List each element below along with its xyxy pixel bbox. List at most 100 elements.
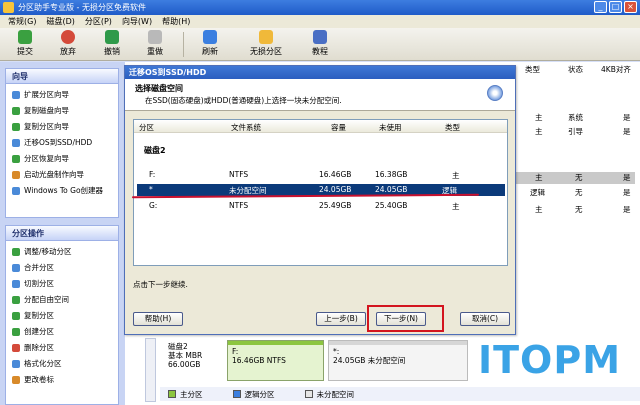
segment-unallocated[interactable]: *: 24.05GB 未分配空间 <box>328 340 468 381</box>
disk-size: 66.00GB <box>168 360 201 369</box>
op-resize-move[interactable]: 调整/移动分区 <box>6 244 118 260</box>
copy-partition-icon <box>12 123 20 131</box>
menu-disk[interactable]: 磁盘(D) <box>41 15 79 28</box>
split-icon <box>12 280 20 288</box>
discard-icon <box>61 30 75 44</box>
table-row[interactable]: 主无是 <box>515 204 635 216</box>
delete-icon <box>12 344 20 352</box>
extend-icon <box>12 91 20 99</box>
toolbar: 提交 放弃 撤销 重做 刷新 无损分区 教程 <box>0 28 640 61</box>
refresh-button[interactable]: 刷新 <box>190 30 230 57</box>
dialog-header: 选择磁盘空间 在SSD(固态硬盘)或HDD(普通硬盘)上选择一块未分配空间. <box>125 79 515 111</box>
refresh-icon <box>203 30 217 44</box>
windows-icon <box>12 187 20 195</box>
wizard-item-migrate-os[interactable]: 迁移OS到SSD/HDD <box>6 135 118 151</box>
partition-icon <box>259 30 273 44</box>
table-row[interactable]: 逻辑无是 <box>515 187 635 199</box>
logical-swatch <box>232 390 241 398</box>
legend: 主分区 逻辑分区 未分配空间 <box>160 387 640 401</box>
scrollbar[interactable] <box>145 338 156 402</box>
disk-space-table: 分区 文件系统 容量 未使用 类型 磁盘2 F: NTFS 16.46GB 16.38… <box>133 119 508 266</box>
op-format[interactable]: 格式化分区 <box>6 356 118 372</box>
dialog-title: 迁移OS到SSD/HDD <box>125 66 515 79</box>
col-type[interactable]: 类型 <box>445 122 460 133</box>
wizard-panel-title: 向导 <box>6 69 118 84</box>
maximize-button[interactable]: □ <box>609 1 622 13</box>
table-row[interactable]: G: NTFS 25.49GB 25.40GB 主 <box>137 200 505 212</box>
op-copy[interactable]: 复制分区 <box>6 308 118 324</box>
column-status[interactable]: 状态 <box>568 64 583 75</box>
dialog-heading: 选择磁盘空间 <box>135 84 183 93</box>
segment-f[interactable]: F: 16.46GB NTFS <box>227 340 324 381</box>
cd-icon <box>12 171 20 179</box>
wizard-item-extend[interactable]: 扩展分区向导 <box>6 87 118 103</box>
close-button[interactable]: × <box>624 1 637 13</box>
merge-icon <box>12 264 20 272</box>
table-row[interactable]: 主系统是 <box>515 112 635 124</box>
label-icon <box>12 376 20 384</box>
tutorial-button[interactable]: 教程 <box>300 30 340 57</box>
redo-button[interactable]: 重做 <box>135 30 175 57</box>
minimize-button[interactable]: _ <box>594 1 607 13</box>
table-header: 分区 文件系统 容量 未使用 类型 <box>134 120 507 133</box>
watermark-logo: ITOPM <box>478 338 622 382</box>
op-split[interactable]: 切割分区 <box>6 276 118 292</box>
column-align[interactable]: 4KB对齐 <box>601 64 631 75</box>
wizard-item-windows-to-go[interactable]: Windows To Go创建器 <box>6 183 118 199</box>
disk-info[interactable]: 磁盘2 基本 MBR 66.00GB <box>168 342 202 369</box>
format-icon <box>12 360 20 368</box>
table-row[interactable]: 主引导是 <box>515 126 635 138</box>
window-titlebar: 分区助手专业版 - 无损分区免费软件 _ □ × <box>0 0 640 15</box>
op-merge[interactable]: 合并分区 <box>6 260 118 276</box>
wizard-item-copy-disk[interactable]: 复制磁盘向导 <box>6 103 118 119</box>
dialog-subheading: 在SSD(固态硬盘)或HDD(普通硬盘)上选择一块未分配空间. <box>145 96 342 105</box>
partition-list-header: 类型 状态 4KB对齐 <box>515 64 635 76</box>
wizard-panel: 向导 扩展分区向导 复制磁盘向导 复制分区向导 迁移OS到SSD/HDD 分区恢… <box>5 68 119 218</box>
disk-name: 磁盘2 <box>168 342 188 351</box>
resize-icon <box>12 248 20 256</box>
col-filesystem[interactable]: 文件系统 <box>231 122 261 133</box>
column-type[interactable]: 类型 <box>525 64 540 75</box>
wizard-item-bootable-cd[interactable]: 启动光盘制作向导 <box>6 167 118 183</box>
undo-icon <box>105 30 119 44</box>
apply-button[interactable]: 提交 <box>5 30 45 57</box>
partition-ops-panel: 分区操作 调整/移动分区 合并分区 切割分区 分配自由空间 复制分区 创建分区 … <box>5 225 119 405</box>
menu-wizard[interactable]: 向导(W) <box>117 15 157 28</box>
partition-ops-title: 分区操作 <box>6 226 118 241</box>
dialog-status-text: 点击下一步继续. <box>133 280 188 289</box>
disk-kind: 基本 MBR <box>168 351 203 360</box>
toolbar-divider <box>183 32 184 57</box>
col-partition[interactable]: 分区 <box>139 122 154 133</box>
menu-help[interactable]: 帮助(H) <box>157 15 195 28</box>
table-row[interactable]: F: NTFS 16.46GB 16.38GB 主 <box>137 169 505 181</box>
undo-button[interactable]: 撤销 <box>92 30 132 57</box>
op-create[interactable]: 创建分区 <box>6 324 118 340</box>
op-change-label[interactable]: 更改卷标 <box>6 372 118 388</box>
op-allocate-free[interactable]: 分配自由空间 <box>6 292 118 308</box>
op-delete[interactable]: 删除分区 <box>6 340 118 356</box>
discard-button[interactable]: 放弃 <box>48 30 88 57</box>
disk-icon <box>487 85 503 101</box>
help-button[interactable]: 帮助(H) <box>133 312 183 326</box>
allocate-icon <box>12 296 20 304</box>
table-row[interactable]: 主无是 <box>515 172 635 184</box>
recovery-icon <box>12 155 20 163</box>
menu-partition[interactable]: 分区(P) <box>80 15 117 28</box>
window-title: 分区助手专业版 - 无损分区免费软件 <box>18 3 146 12</box>
red-highlight-box <box>367 305 444 332</box>
app-icon <box>3 2 14 13</box>
migrate-icon <box>12 139 20 147</box>
cancel-button[interactable]: 取消(C) <box>460 312 510 326</box>
tutorial-icon <box>313 30 327 44</box>
copy-icon <box>12 312 20 320</box>
col-capacity[interactable]: 容量 <box>331 122 346 133</box>
col-free[interactable]: 未使用 <box>379 122 402 133</box>
lossless-partition-button[interactable]: 无损分区 <box>240 30 292 57</box>
wizard-item-copy-partition[interactable]: 复制分区向导 <box>6 119 118 135</box>
wizard-item-recovery[interactable]: 分区恢复向导 <box>6 151 118 167</box>
back-button[interactable]: 上一步(B) <box>316 312 366 326</box>
menu-general[interactable]: 常规(G) <box>3 15 41 28</box>
menu-bar: 常规(G) 磁盘(D) 分区(P) 向导(W) 帮助(H) <box>0 15 640 28</box>
create-icon <box>12 328 20 336</box>
redo-icon <box>148 30 162 44</box>
